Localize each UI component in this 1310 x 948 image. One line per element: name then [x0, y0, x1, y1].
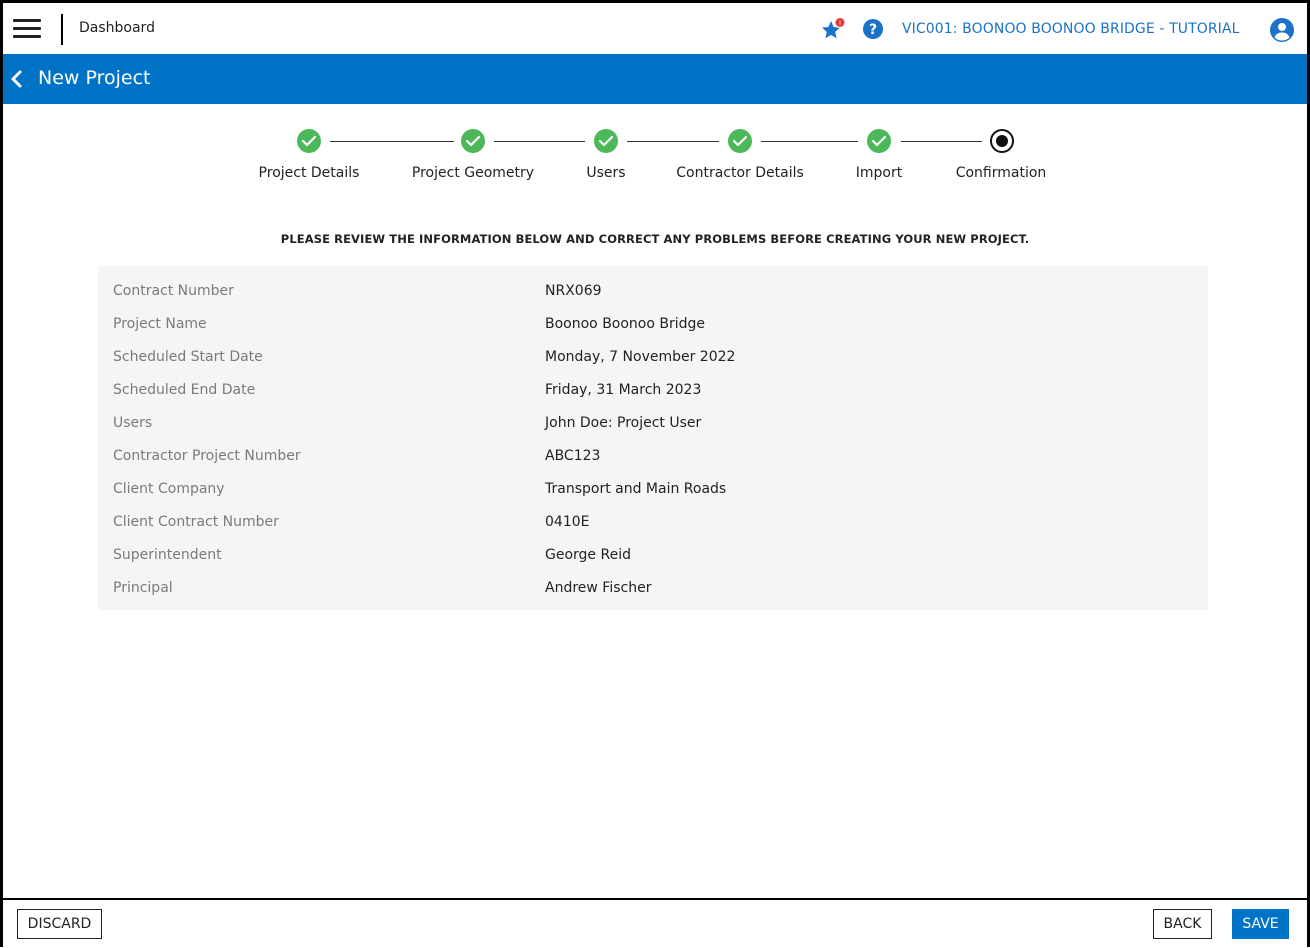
divider — [61, 14, 63, 45]
dashboard-link[interactable]: Dashboard — [79, 20, 155, 36]
summary-value: Monday, 7 November 2022 — [545, 349, 736, 365]
project-selector-link[interactable]: VIC001: BOONOO BOONOO BRIDGE - TUTORIAL — [902, 21, 1239, 37]
summary-label: Client Company — [113, 481, 225, 497]
summary-label: Users — [113, 415, 153, 431]
progress-stepper: Project Details Project Geometry Users C… — [3, 104, 1307, 194]
hamburger-menu-icon[interactable] — [13, 19, 41, 41]
summary-value: 0410E — [545, 514, 590, 530]
discard-button[interactable]: DISCARD — [17, 909, 102, 939]
star-icon[interactable]: ! — [820, 17, 846, 43]
summary-row: Client Company Transport and Main Roads — [98, 473, 1208, 506]
step-complete-icon[interactable] — [728, 129, 752, 153]
summary-row: Contractor Project Number ABC123 — [98, 440, 1208, 473]
summary-row: Scheduled End Date Friday, 31 March 2023 — [98, 374, 1208, 407]
summary-row: Contract Number NRX069 — [98, 275, 1208, 308]
help-icon[interactable]: ? — [862, 18, 884, 40]
step-connector — [901, 141, 982, 142]
summary-row: Scheduled Start Date Monday, 7 November … — [98, 341, 1208, 374]
summary-value: George Reid — [545, 547, 631, 563]
back-button[interactable]: BACK — [1153, 909, 1212, 939]
top-bar: Dashboard ! ? VIC001: BOONOO BOONOO BRID… — [3, 3, 1307, 56]
step-connector — [627, 141, 719, 142]
summary-label: Client Contract Number — [113, 514, 279, 530]
step-complete-icon[interactable] — [867, 129, 891, 153]
svg-text:?: ? — [869, 22, 877, 38]
summary-row: Users John Doe: Project User — [98, 407, 1208, 440]
summary-row: Client Contract Number 0410E — [98, 506, 1208, 539]
step-contractor-details[interactable]: Contractor Details — [676, 165, 804, 181]
page-header: New Project — [3, 54, 1307, 104]
step-complete-icon[interactable] — [461, 129, 485, 153]
summary-label: Scheduled Start Date — [113, 349, 263, 365]
save-button[interactable]: SAVE — [1232, 909, 1289, 939]
step-import[interactable]: Import — [856, 165, 902, 181]
project-summary: Contract Number NRX069 Project Name Boon… — [98, 266, 1208, 610]
step-connector — [761, 141, 858, 142]
summary-label: Principal — [113, 580, 173, 596]
summary-label: Superintendent — [113, 547, 222, 563]
step-complete-icon[interactable] — [594, 129, 618, 153]
summary-value: ABC123 — [545, 448, 601, 464]
notification-badge: ! — [839, 20, 842, 28]
summary-row: Superintendent George Reid — [98, 539, 1208, 572]
summary-label: Contract Number — [113, 283, 234, 299]
step-project-geometry[interactable]: Project Geometry — [412, 165, 534, 181]
step-connector — [494, 141, 585, 142]
summary-value: John Doe: Project User — [545, 415, 702, 431]
step-connector — [330, 141, 454, 142]
step-complete-icon[interactable] — [297, 129, 321, 153]
page-title: New Project — [38, 67, 151, 89]
summary-value: Boonoo Boonoo Bridge — [545, 316, 706, 332]
summary-label: Contractor Project Number — [113, 448, 301, 464]
summary-value: NRX069 — [545, 283, 602, 299]
app-window: Dashboard ! ? VIC001: BOONOO BOONOO BRID… — [0, 0, 1310, 948]
summary-row: Principal Andrew Fischer — [98, 572, 1208, 605]
step-confirmation[interactable]: Confirmation — [956, 165, 1047, 181]
summary-label: Scheduled End Date — [113, 382, 256, 398]
summary-label: Project Name — [113, 316, 207, 332]
summary-row: Project Name Boonoo Boonoo Bridge — [98, 308, 1208, 341]
user-account-icon[interactable] — [1270, 18, 1294, 42]
summary-value: Friday, 31 March 2023 — [545, 382, 702, 398]
review-instruction: PLEASE REVIEW THE INFORMATION BELOW AND … — [280, 232, 1030, 246]
step-project-details[interactable]: Project Details — [259, 165, 360, 181]
summary-value: Andrew Fischer — [545, 580, 652, 596]
chevron-left-icon[interactable] — [9, 69, 25, 89]
summary-value: Transport and Main Roads — [545, 481, 727, 497]
step-users[interactable]: Users — [586, 165, 625, 181]
footer-bar: DISCARD BACK SAVE — [3, 898, 1307, 948]
step-current-icon[interactable] — [990, 129, 1014, 153]
